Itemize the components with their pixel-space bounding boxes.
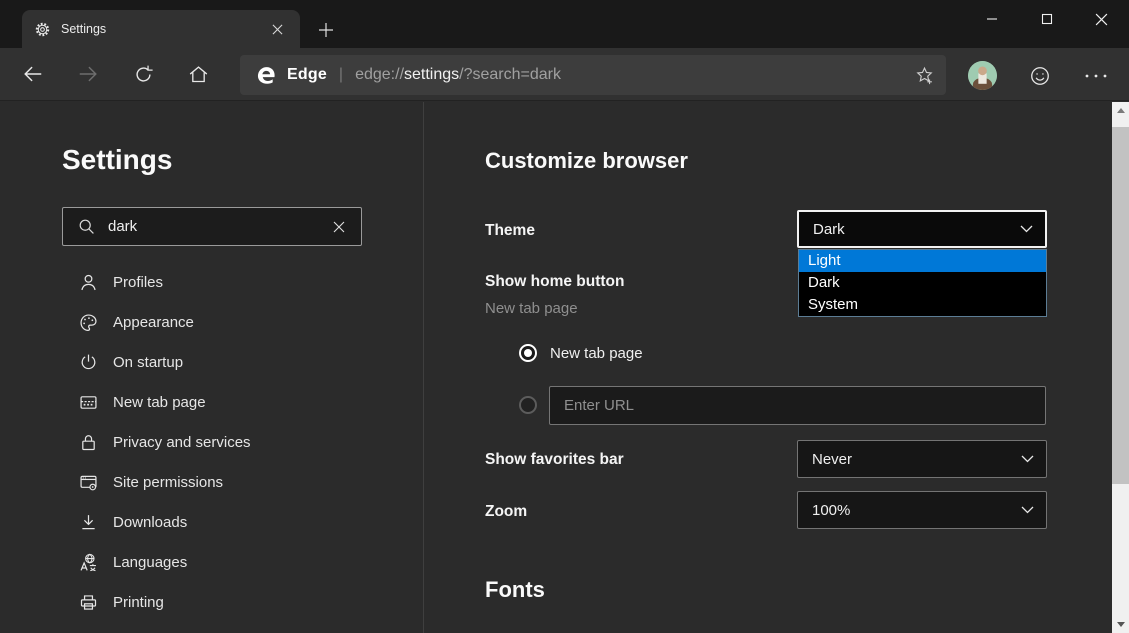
settings-page: Settings [0,102,1129,633]
download-icon [78,512,99,533]
show-home-button-label: Show home button [485,273,624,291]
sidebar-item-label: Profiles [113,274,163,291]
zoom-select[interactable]: 100% [797,491,1047,529]
scrollbar-down-arrow[interactable] [1112,616,1129,633]
home-button[interactable] [180,56,216,92]
search-input[interactable] [108,218,325,235]
radio-selected-icon[interactable] [519,344,537,362]
zoom-label: Zoom [485,503,527,521]
theme-option-dark[interactable]: Dark [799,272,1046,294]
person-icon [78,272,99,293]
edge-logo-icon [255,64,277,86]
url-separator: | [339,66,343,84]
theme-select[interactable]: Dark [797,210,1047,248]
add-favorite-button[interactable] [902,55,946,95]
section-heading: Customize browser [485,148,688,174]
sidebar-item-label: On startup [113,354,183,371]
lock-icon [78,432,99,453]
address-bar[interactable]: Edge | edge://settings/?search=dark [240,55,946,95]
site-permissions-icon [78,472,99,493]
site-brand-label: Edge [287,66,327,84]
home-url-input[interactable] [549,386,1046,425]
show-home-button-sublabel: New tab page [485,300,578,317]
search-icon [77,217,96,236]
palette-icon [78,312,99,333]
theme-dropdown-menu: Light Dark System [798,249,1047,317]
languages-icon [78,552,99,573]
sidebar-item-printing[interactable]: Printing [0,582,424,622]
radio-label: New tab page [550,345,643,362]
sidebar-item-label: Languages [113,554,187,571]
title-bar: Settings [0,0,1129,48]
chevron-down-icon [1021,506,1034,514]
chevron-down-icon [1020,225,1033,233]
new-tab-page-icon [78,392,99,413]
gear-icon [34,21,51,38]
close-window-button[interactable] [1074,0,1129,38]
settings-search-box[interactable] [62,207,362,246]
custom-url-radio-row[interactable] [519,396,537,414]
tab-title: Settings [61,22,264,36]
settings-sidebar: Settings [0,102,424,633]
theme-option-light[interactable]: Light [799,250,1046,272]
theme-select-value: Dark [813,221,845,238]
sidebar-item-languages[interactable]: Languages [0,542,424,582]
sidebar-item-label: Appearance [113,314,194,331]
page-title: Settings [62,144,172,176]
refresh-button[interactable] [125,56,161,92]
sidebar-item-label: Site permissions [113,474,223,491]
radio-unselected-icon[interactable] [519,396,537,414]
sidebar-item-downloads[interactable]: Downloads [0,502,424,542]
show-favorites-bar-label: Show favorites bar [485,451,624,469]
sidebar-item-new-tab-page[interactable]: New tab page [0,382,424,422]
scrollbar-thumb[interactable] [1112,127,1129,484]
sidebar-item-profiles[interactable]: Profiles [0,262,424,302]
scrollbar-up-arrow[interactable] [1112,102,1129,119]
url-host: settings [404,66,459,83]
power-icon [78,352,99,373]
new-tab-button[interactable] [312,16,340,44]
customize-browser-section: Customize browser Theme Dark Light Dark … [425,102,1112,633]
feedback-smiley-button[interactable] [1026,63,1054,89]
page-scrollbar[interactable] [1112,102,1129,633]
minimize-button[interactable] [964,0,1019,38]
printer-icon [78,592,99,613]
tab-settings[interactable]: Settings [22,10,300,48]
favorites-bar-select[interactable]: Never [797,440,1047,478]
window-controls [964,0,1129,38]
sidebar-item-label: Printing [113,594,164,611]
sidebar-item-appearance[interactable]: Appearance [0,302,424,342]
url-text: edge://settings/?search=dark [355,66,561,84]
plus-icon [318,22,334,38]
chevron-down-icon [1021,455,1034,463]
navigation-bar: Edge | edge://settings/?search=dark [0,48,1129,101]
zoom-value: 100% [812,502,850,519]
sidebar-item-label: Privacy and services [113,434,251,451]
url-scheme: edge:// [355,66,404,83]
sidebar-item-label: New tab page [113,394,206,411]
theme-option-system[interactable]: System [799,294,1046,316]
theme-label: Theme [485,222,535,240]
settings-menu: Profiles Appearance [0,262,424,622]
sidebar-item-label: Downloads [113,514,187,531]
tab-close-icon[interactable] [264,16,290,42]
sidebar-item-site-permissions[interactable]: Site permissions [0,462,424,502]
favorites-bar-value: Never [812,451,852,468]
sidebar-item-privacy-and-services[interactable]: Privacy and services [0,422,424,462]
clear-search-icon[interactable] [325,213,353,241]
back-button[interactable] [15,56,51,92]
sidebar-item-on-startup[interactable]: On startup [0,342,424,382]
fonts-heading: Fonts [485,577,545,603]
forward-button[interactable] [70,56,106,92]
url-query: /?search=dark [459,66,561,83]
maximize-button[interactable] [1019,0,1074,38]
settings-and-more-button[interactable] [1080,63,1112,89]
profile-avatar[interactable] [968,61,997,90]
new-tab-page-radio-row[interactable]: New tab page [519,344,643,362]
